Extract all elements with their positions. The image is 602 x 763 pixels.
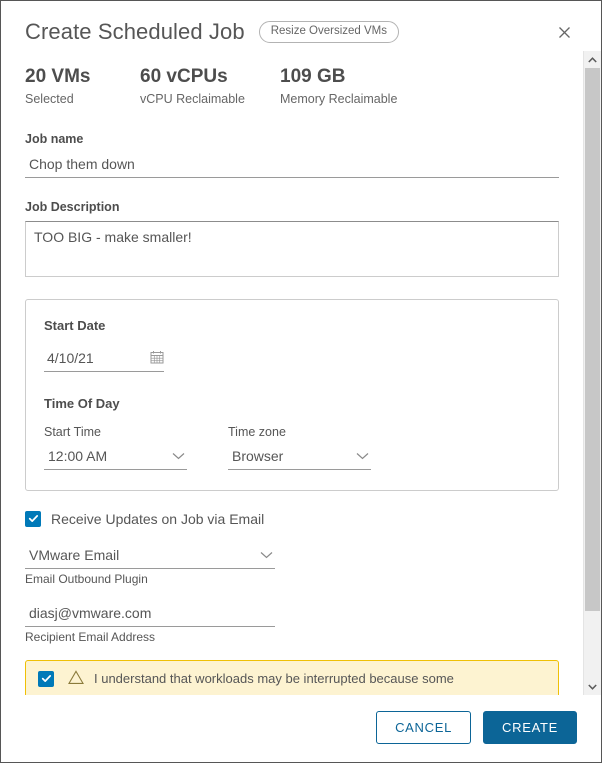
email-plugin-value: VMware Email — [29, 546, 120, 563]
recipient-email-input[interactable] — [25, 601, 275, 626]
time-of-day-label: Time Of Day — [44, 395, 120, 411]
chevron-down-icon — [588, 683, 597, 690]
scrollbar-track[interactable] — [584, 68, 601, 678]
stat-memory: 109 GB Memory Reclaimable — [280, 65, 397, 106]
stat-label: Selected — [25, 91, 74, 106]
stat-value: 109 GB — [280, 66, 346, 87]
timezone-value: Browser — [232, 447, 284, 464]
timezone-group: Time zone Browser — [228, 425, 412, 470]
cancel-button[interactable]: CANCEL — [376, 711, 472, 744]
recipient-email-group: Recipient Email Address — [25, 601, 559, 644]
receive-updates-checkbox[interactable] — [25, 510, 41, 527]
warning-triangle-icon — [68, 670, 84, 685]
timezone-select[interactable]: Browser — [228, 446, 371, 470]
dialog-header: Create Scheduled Job Resize Oversized VM… — [1, 1, 601, 51]
warning-banner: I understand that workloads may be inter… — [25, 659, 559, 695]
receive-updates-label: Receive Updates on Job via Email — [51, 510, 265, 527]
job-name-label: Job name — [25, 131, 84, 146]
create-button[interactable]: CREATE — [483, 711, 577, 744]
time-row: Start Time 12:00 AM Time zone Browser — [44, 425, 540, 470]
stat-vcpus: 60 vCPUs vCPU Reclaimable — [140, 65, 280, 106]
email-plugin-select[interactable]: VMware Email — [25, 545, 275, 569]
stat-value: 20 VMs — [25, 66, 91, 87]
stat-label: Memory Reclaimable — [280, 91, 398, 106]
start-time-select[interactable]: 12:00 AM — [44, 446, 187, 470]
close-icon — [556, 24, 573, 41]
email-plugin-helper: Email Outbound Plugin — [25, 571, 148, 586]
dialog-footer: CANCEL CREATE — [1, 695, 601, 762]
stat-vms: 20 VMs Selected — [25, 65, 140, 106]
calendar-icon[interactable] — [150, 350, 164, 364]
email-plugin-group: VMware Email Email Outbound Plugin — [25, 545, 559, 586]
timezone-label: Time zone — [228, 424, 286, 439]
stats-summary: 20 VMs Selected 60 vCPUs vCPU Reclaimabl… — [25, 65, 559, 106]
page-title: Create Scheduled Job — [25, 19, 245, 44]
chevron-down-icon — [172, 452, 185, 460]
chevron-down-icon — [260, 551, 273, 559]
scrollable-form: 20 VMs Selected 60 vCPUs vCPU Reclaimabl… — [1, 51, 583, 695]
warning-text: I understand that workloads may be inter… — [94, 670, 454, 686]
warning-acknowledge-checkbox[interactable] — [38, 670, 54, 687]
start-time-value: 12:00 AM — [48, 447, 108, 464]
scrollbar-thumb[interactable] — [585, 68, 600, 611]
job-name-group: Job name — [25, 132, 559, 178]
start-time-label: Start Time — [44, 424, 101, 439]
status-badge: Resize Oversized VMs — [258, 21, 400, 43]
start-date-input[interactable] — [44, 346, 136, 371]
create-scheduled-job-dialog: Create Scheduled Job Resize Oversized VM… — [0, 0, 602, 763]
chevron-up-icon — [588, 56, 597, 63]
start-date-field[interactable] — [44, 346, 164, 372]
vertical-scrollbar[interactable] — [583, 51, 601, 695]
job-description-label: Job Description — [25, 199, 120, 214]
scroll-up-button[interactable] — [584, 51, 601, 68]
stat-label: vCPU Reclaimable — [140, 91, 245, 106]
job-name-input[interactable] — [25, 152, 559, 178]
schedule-panel: Start Date 4/10/21 Time Of Day Start Tim… — [25, 298, 559, 491]
start-date-label: Start Date — [44, 317, 106, 333]
recipient-email-helper: Recipient Email Address — [25, 629, 156, 644]
close-button[interactable] — [551, 19, 577, 45]
recipient-email-field[interactable] — [25, 601, 275, 627]
stat-value: 60 vCPUs — [140, 66, 228, 87]
receive-updates-row[interactable]: Receive Updates on Job via Email — [25, 510, 559, 527]
dialog-body: 20 VMs Selected 60 vCPUs vCPU Reclaimabl… — [1, 51, 601, 695]
job-description-textarea[interactable]: TOO BIG - make smaller! — [25, 220, 559, 277]
scroll-down-button[interactable] — [584, 678, 601, 695]
start-time-group: Start Time 12:00 AM — [44, 425, 228, 470]
chevron-down-icon — [356, 452, 369, 460]
job-description-group: Job Description TOO BIG - make smaller! — [25, 200, 559, 277]
